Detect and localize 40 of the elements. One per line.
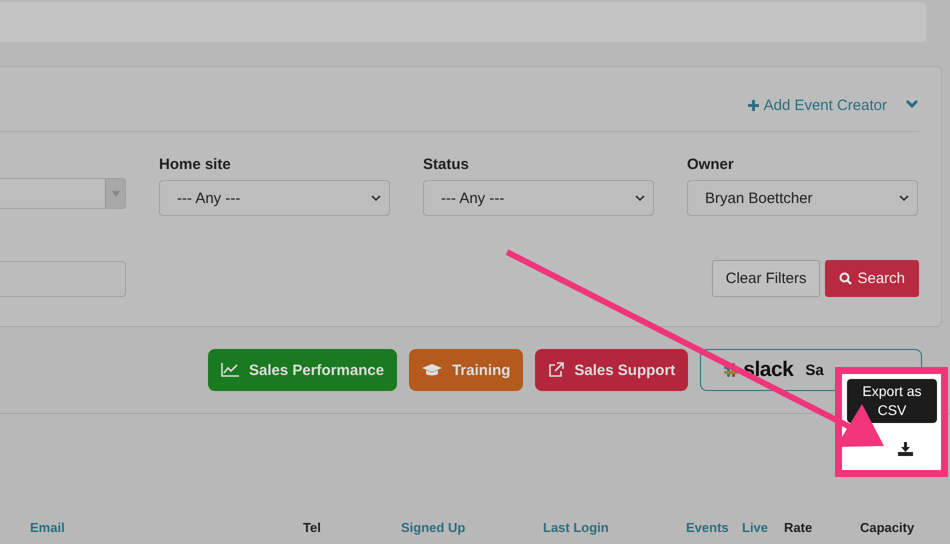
sortable-column-header[interactable]: Events bbox=[686, 520, 742, 535]
column-header: Rate bbox=[784, 520, 814, 535]
sortable-column-header[interactable]: Last Login bbox=[543, 520, 686, 535]
search-icon bbox=[839, 272, 852, 285]
download-icon[interactable] bbox=[898, 442, 913, 456]
graduation-cap-icon bbox=[422, 363, 442, 377]
dropdown-field[interactable]: --- Any --- bbox=[423, 180, 654, 216]
field-label: Owner bbox=[687, 156, 735, 173]
sortable-column-header[interactable]: Signed Up bbox=[401, 520, 543, 535]
field-label: Home site bbox=[159, 156, 232, 173]
link-label: Sa bbox=[805, 362, 824, 378]
field-label: Status bbox=[423, 156, 470, 173]
logo-wordmark: slack bbox=[743, 358, 794, 382]
chevron-down-icon bbox=[635, 194, 645, 202]
chevron-down-icon bbox=[371, 194, 381, 202]
link-label: Training bbox=[452, 362, 510, 378]
link-label: Sales Support bbox=[574, 362, 676, 378]
dropdown-field[interactable]: --- Any --- bbox=[159, 180, 390, 216]
dropdown-field[interactable]: Bryan Boettcher bbox=[687, 180, 918, 216]
combo-field[interactable] bbox=[0, 178, 126, 209]
chevron-down-icon bbox=[899, 194, 909, 202]
clear-filters-button[interactable]: Clear Filters bbox=[712, 260, 820, 297]
link-button[interactable]: Sales Performance bbox=[208, 349, 398, 391]
link-button[interactable]: Training bbox=[409, 349, 524, 391]
search-button[interactable]: Search bbox=[825, 260, 919, 297]
plus-icon bbox=[748, 100, 759, 110]
add-event-creator-link[interactable]: Add Event Creator bbox=[748, 96, 887, 114]
triangle-down-icon bbox=[112, 190, 120, 196]
link-label: Sales Performance bbox=[249, 362, 384, 378]
column-header: Capacity bbox=[860, 520, 916, 535]
link-button[interactable]: Sales Support bbox=[535, 349, 688, 391]
line-chart-icon bbox=[221, 363, 239, 377]
chevron-down-icon[interactable] bbox=[905, 99, 919, 109]
external-link-icon bbox=[548, 362, 564, 378]
export-tooltip: Export as CSV bbox=[847, 379, 937, 423]
hash-logo-icon bbox=[723, 362, 740, 378]
column-header: Tel bbox=[303, 520, 322, 535]
sortable-column-header[interactable]: Email bbox=[30, 520, 303, 535]
text-field[interactable] bbox=[0, 260, 126, 296]
sortable-column-header[interactable]: Live bbox=[742, 520, 784, 535]
